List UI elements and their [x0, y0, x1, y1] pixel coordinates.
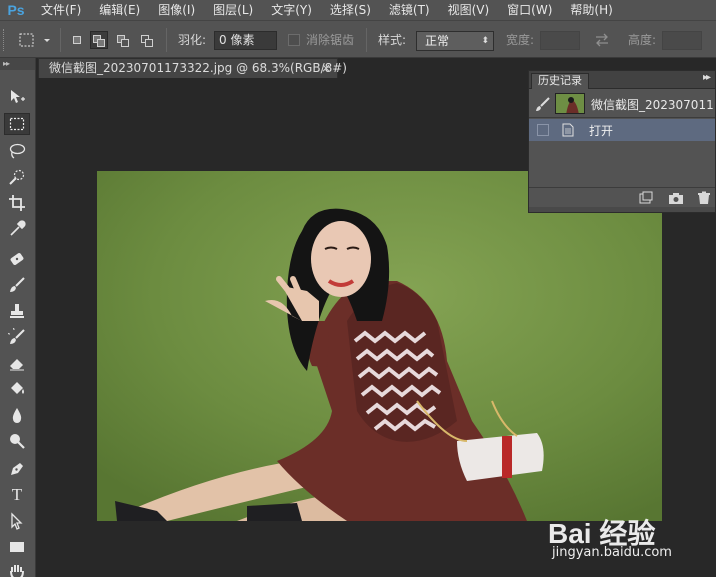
antialias-label: 消除锯齿: [306, 33, 355, 47]
menu-image[interactable]: 图像(I): [149, 0, 204, 20]
tool-preset-picker[interactable]: [16, 31, 56, 49]
menu-layer[interactable]: 图层(L): [204, 0, 262, 20]
updown-arrow-icon: ⬍: [481, 36, 489, 46]
menu-view[interactable]: 视图(V): [439, 0, 499, 20]
intersect-selection-button[interactable]: [138, 31, 156, 49]
add-to-selection-button[interactable]: [90, 31, 108, 49]
snapshot-thumbnail: [555, 93, 585, 114]
close-icon[interactable]: ×: [321, 59, 331, 78]
menu-window[interactable]: 窗口(W): [498, 0, 561, 20]
hand-icon[interactable]: [4, 560, 30, 577]
antialias-checkbox[interactable]: [288, 34, 300, 46]
history-panel-header: 历史记录 ▸▸: [529, 71, 715, 89]
history-panel: 历史记录 ▸▸ 微信截图_2023070117... 打开: [528, 70, 716, 213]
history-tab[interactable]: 历史记录: [531, 73, 589, 89]
photoshop-logo: Ps: [7, 2, 25, 18]
style-select[interactable]: 正常 ⬍: [416, 31, 494, 51]
feather-input[interactable]: 0 像素: [214, 31, 277, 50]
history-state-label: 打开: [589, 124, 614, 138]
tools-panel: ▸▸ T: [0, 58, 36, 577]
eraser-icon[interactable]: [4, 352, 30, 374]
snapshot-label: 微信截图_2023070117...: [591, 98, 713, 112]
new-selection-button[interactable]: [68, 31, 86, 49]
trash-icon[interactable]: [696, 191, 712, 205]
paint-bucket-icon[interactable]: [4, 378, 30, 400]
baidu-watermark: Bai 经验 jingyan.baidu.com: [540, 500, 716, 577]
menu-file[interactable]: 文件(F): [32, 0, 90, 20]
document-icon: [562, 123, 574, 137]
menu-type[interactable]: 文字(Y): [262, 0, 321, 20]
menu-filter[interactable]: 滤镜(T): [380, 0, 439, 20]
menu-edit[interactable]: 编辑(E): [90, 0, 149, 20]
style-label: 样式:: [378, 33, 407, 47]
eyedropper-icon[interactable]: [4, 218, 30, 240]
menu-help[interactable]: 帮助(H): [561, 0, 621, 20]
document-tab[interactable]: 微信截图_20230701173322.jpg @ 68.3%(RGB/8#) …: [38, 58, 347, 78]
camera-icon[interactable]: [668, 191, 684, 205]
toolbar-collapse-icon[interactable]: ▸▸: [0, 58, 35, 70]
healing-icon[interactable]: [4, 248, 30, 270]
options-bar: 羽化: 0 像素 消除锯齿 样式: 正常 ⬍ 宽度: 高度:: [0, 20, 716, 58]
document-tab-title: 微信截图_20230701173322.jpg @ 68.3%(RGB/8#): [49, 61, 347, 75]
subtract-from-selection-button[interactable]: [114, 31, 132, 49]
height-input[interactable]: [662, 31, 702, 50]
style-select-value: 正常: [425, 34, 450, 48]
new-document-from-state-icon[interactable]: [637, 191, 653, 205]
photo-content: [97, 171, 662, 521]
history-snapshot[interactable]: 微信截图_2023070117...: [529, 90, 715, 118]
quick-select-icon[interactable]: [4, 166, 30, 188]
menu-bar: Ps 文件(F) 编辑(E) 图像(I) 图层(L) 文字(Y) 选择(S) 滤…: [0, 0, 716, 20]
rectangle-shape-icon[interactable]: [4, 536, 30, 558]
document-image[interactable]: [97, 171, 662, 521]
history-footer: [529, 187, 715, 207]
menu-select[interactable]: 选择(S): [321, 0, 380, 20]
feather-label: 羽化:: [178, 33, 207, 47]
height-label: 高度:: [628, 33, 657, 47]
move-icon[interactable]: [4, 86, 30, 108]
history-brush-source-icon[interactable]: [535, 96, 551, 112]
marquee-icon[interactable]: [4, 113, 30, 135]
lasso-icon[interactable]: [4, 140, 30, 162]
pen-icon[interactable]: [4, 458, 30, 480]
separator: [60, 28, 61, 52]
options-grip: [3, 29, 6, 51]
dodge-icon[interactable]: [4, 430, 30, 452]
width-input[interactable]: [540, 31, 580, 50]
marquee-preset-icon: [19, 33, 50, 47]
watermark-url: jingyan.baidu.com: [552, 545, 672, 560]
path-select-icon[interactable]: [4, 510, 30, 532]
panel-collapse-icon[interactable]: ▸▸: [703, 72, 711, 83]
separator: [366, 28, 367, 52]
crop-icon[interactable]: [4, 192, 30, 214]
panel-resize-grip[interactable]: [529, 207, 715, 212]
brush-icon[interactable]: [4, 274, 30, 296]
history-brush-icon[interactable]: [4, 326, 30, 348]
swap-width-height-icon[interactable]: [594, 33, 610, 47]
stamp-icon[interactable]: [4, 300, 30, 322]
separator: [166, 28, 167, 52]
type-icon[interactable]: T: [4, 484, 30, 506]
history-state-open[interactable]: 打开: [529, 119, 715, 141]
state-source-checkbox[interactable]: [537, 124, 549, 136]
width-label: 宽度:: [506, 33, 535, 47]
blur-icon[interactable]: [4, 404, 30, 426]
